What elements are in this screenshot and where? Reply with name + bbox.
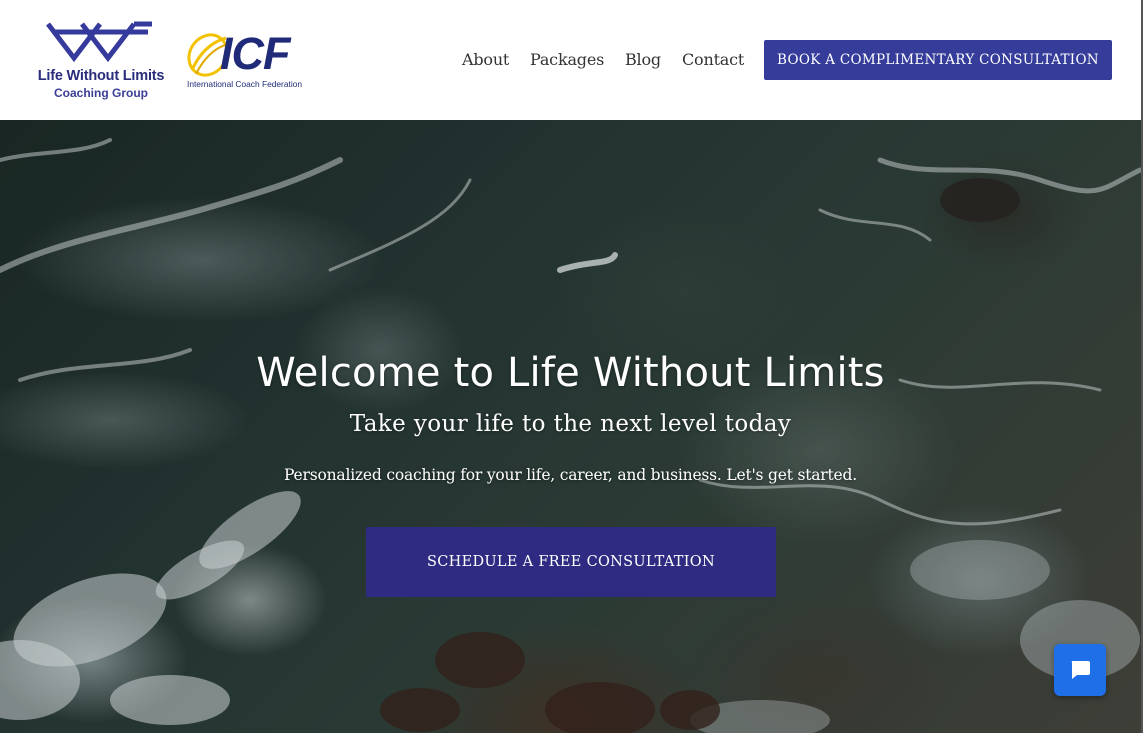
hero-title: Welcome to Life Without Limits (256, 350, 885, 396)
icf-logo: ICF International Coach Federation (186, 28, 316, 90)
brand-subtitle: Coaching Group (54, 86, 148, 100)
hero-subtitle: Take your life to the next level today (349, 411, 792, 437)
brand-name: Life Without Limits (37, 68, 165, 84)
nav-contact[interactable]: Contact (682, 50, 744, 69)
site-header: Life Without Limits Coaching Group ICF I… (0, 0, 1143, 120)
chat-widget-button[interactable] (1054, 644, 1106, 696)
icf-letters: ICF (220, 28, 290, 79)
chat-bubble-icon (1071, 661, 1090, 679)
icf-subtitle: International Coach Federation (187, 79, 302, 89)
nav-packages[interactable]: Packages (530, 50, 604, 69)
hero-description: Personalized coaching for your life, car… (284, 466, 857, 484)
brand-w-icon (46, 21, 152, 62)
brand-logo[interactable]: Life Without Limits Coaching Group (28, 16, 174, 104)
nav-about[interactable]: About (462, 50, 509, 69)
hero-section: Welcome to Life Without Limits Take your… (0, 120, 1143, 733)
book-consultation-button[interactable]: BOOK A COMPLIMENTARY CONSULTATION (764, 40, 1112, 80)
schedule-consultation-button[interactable]: SCHEDULE A FREE CONSULTATION (366, 527, 776, 597)
nav-blog[interactable]: Blog (625, 50, 661, 69)
